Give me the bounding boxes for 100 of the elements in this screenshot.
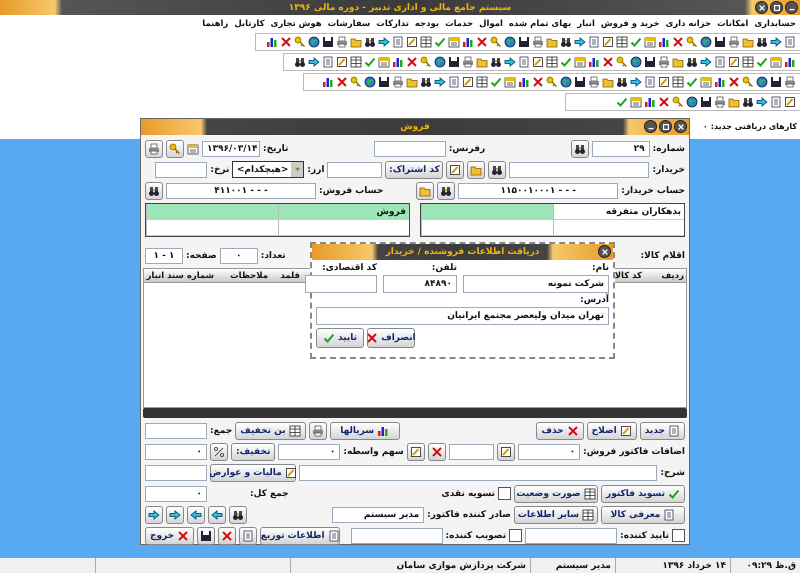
table-icon[interactable] xyxy=(672,76,684,88)
other-info-button[interactable]: سایر اطلاعات xyxy=(514,506,598,524)
check-icon[interactable] xyxy=(364,56,376,68)
address-field[interactable]: تهران میدان ولیعصر مجتمع ایرانیان xyxy=(316,307,609,325)
exit-button[interactable]: خروج xyxy=(145,526,194,544)
name-field[interactable]: شرکت نمونه xyxy=(463,275,609,293)
open-button[interactable] xyxy=(467,160,486,178)
folder-icon[interactable] xyxy=(406,76,418,88)
scroll-bar[interactable] xyxy=(143,408,687,418)
key-icon[interactable] xyxy=(490,36,502,48)
table-icon[interactable] xyxy=(616,36,628,48)
action-button[interactable]: حذف xyxy=(536,422,584,440)
printer-icon[interactable] xyxy=(784,76,796,88)
check-icon[interactable] xyxy=(434,36,446,48)
binoculars-icon[interactable] xyxy=(364,36,376,48)
key-icon[interactable] xyxy=(546,76,558,88)
column-header[interactable]: شماره سند انبار xyxy=(144,269,216,282)
close-button[interactable] xyxy=(674,120,687,133)
cross-icon[interactable] xyxy=(728,76,740,88)
total-field[interactable] xyxy=(145,422,207,438)
pencil-icon[interactable] xyxy=(728,56,740,68)
pencil-icon[interactable] xyxy=(602,36,614,48)
bar-chart-icon[interactable] xyxy=(518,76,530,88)
text-field[interactable]: ۲۹ xyxy=(592,140,650,156)
discount-field[interactable]: ۰ xyxy=(145,444,207,460)
search-button[interactable] xyxy=(229,506,247,524)
menu-item[interactable]: انبار xyxy=(577,19,595,29)
close-button[interactable] xyxy=(755,1,768,14)
folder-icon[interactable] xyxy=(728,96,740,108)
bar-chart-icon[interactable] xyxy=(784,56,796,68)
document-icon[interactable] xyxy=(322,56,334,68)
restore-button[interactable] xyxy=(659,120,672,133)
previous-button[interactable] xyxy=(166,506,184,524)
phone-field[interactable]: ۸۴۸۹۰ xyxy=(383,275,457,293)
edit-button[interactable] xyxy=(497,442,516,460)
text-field[interactable]: ۰ xyxy=(518,444,580,460)
circle-icon[interactable] xyxy=(560,76,572,88)
arrow-icon[interactable] xyxy=(700,56,712,68)
ratifier-field[interactable] xyxy=(350,528,443,544)
serials-button[interactable]: سریالها xyxy=(330,422,400,440)
document-icon[interactable] xyxy=(644,76,656,88)
cross-icon[interactable] xyxy=(658,96,670,108)
circle-icon[interactable] xyxy=(756,76,768,88)
cancel-button[interactable]: انصراف xyxy=(367,328,415,348)
menu-item[interactable]: بودجه xyxy=(414,19,440,29)
product-button[interactable]: معرفی کالا xyxy=(601,506,685,524)
search-button[interactable] xyxy=(488,160,506,178)
checkbox[interactable] xyxy=(672,529,685,542)
key-icon[interactable] xyxy=(420,56,432,68)
delete-button[interactable] xyxy=(428,442,446,460)
circle-icon[interactable] xyxy=(434,56,446,68)
search-button[interactable] xyxy=(145,182,163,200)
text-field[interactable] xyxy=(155,162,208,178)
key-icon[interactable] xyxy=(294,36,306,48)
calendar-icon[interactable] xyxy=(700,76,712,88)
account-field[interactable]: ۴۱۱۰۰۱ - - - xyxy=(166,182,316,198)
minimize-button[interactable] xyxy=(644,120,657,133)
check-icon[interactable] xyxy=(616,96,628,108)
print-button[interactable] xyxy=(144,140,163,158)
document-icon[interactable] xyxy=(588,36,600,48)
document-icon[interactable] xyxy=(714,56,726,68)
edit-button[interactable] xyxy=(446,160,464,178)
text-field[interactable] xyxy=(327,162,382,178)
search-button[interactable] xyxy=(570,140,589,158)
binoculars-icon[interactable] xyxy=(490,56,502,68)
pencil-icon[interactable] xyxy=(462,76,474,88)
cross-icon[interactable] xyxy=(336,76,348,88)
circle-icon[interactable] xyxy=(364,76,376,88)
calendar-icon[interactable] xyxy=(448,36,460,48)
percent-button[interactable] xyxy=(210,442,228,460)
text-field[interactable] xyxy=(374,140,446,156)
pencil-icon[interactable] xyxy=(336,56,348,68)
check-icon[interactable] xyxy=(756,56,768,68)
key-icon[interactable] xyxy=(616,56,628,68)
menu-item[interactable]: خرید و فروش xyxy=(600,19,660,29)
menu-item[interactable]: امکانات xyxy=(717,19,748,29)
checkbox[interactable] xyxy=(509,529,522,542)
binoculars-icon[interactable] xyxy=(742,96,754,108)
bar-chart-icon[interactable] xyxy=(588,56,600,68)
column-header[interactable]: قلمد xyxy=(270,269,302,282)
statement-button[interactable]: صورت وضعیت xyxy=(514,484,598,502)
key-icon[interactable] xyxy=(350,76,362,88)
ok-button[interactable]: تایید xyxy=(316,328,364,348)
menu-item[interactable]: اموال xyxy=(479,19,503,29)
printer-icon[interactable] xyxy=(714,96,726,108)
table-icon[interactable] xyxy=(420,36,432,48)
currency-dropdown[interactable]: <هیچکدام> xyxy=(232,161,304,178)
bar-chart-icon[interactable] xyxy=(322,76,334,88)
floppy-icon[interactable] xyxy=(714,36,726,48)
issuer-field[interactable]: مدیر سیستم xyxy=(332,506,424,522)
calendar-icon[interactable] xyxy=(630,96,642,108)
arrow-icon[interactable] xyxy=(434,76,446,88)
circle-icon[interactable] xyxy=(504,36,516,48)
check-icon[interactable] xyxy=(490,76,502,88)
page-field[interactable]: ۱ - ۱ xyxy=(145,248,183,264)
cross-icon[interactable] xyxy=(602,56,614,68)
description-field[interactable] xyxy=(299,464,658,480)
binoculars-icon[interactable] xyxy=(294,56,306,68)
text-field[interactable] xyxy=(509,162,650,178)
table-icon[interactable] xyxy=(476,76,488,88)
